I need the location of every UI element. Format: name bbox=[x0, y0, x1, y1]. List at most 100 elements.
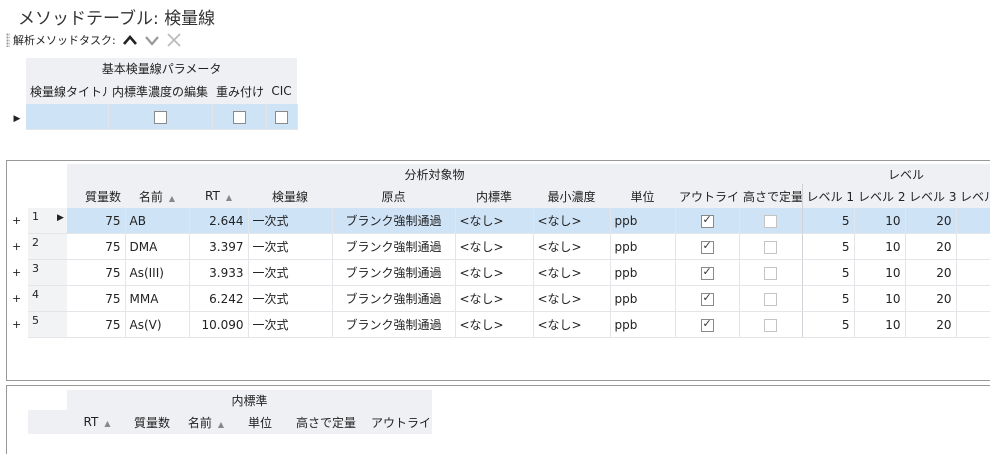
row-header[interactable]: 5 bbox=[28, 311, 67, 338]
istd-cell[interactable]: <なし> bbox=[455, 285, 534, 312]
level-4-cell[interactable]: 50 bbox=[956, 208, 990, 234]
curve-title-cell[interactable] bbox=[26, 104, 109, 130]
level-2-cell[interactable]: 10 bbox=[854, 233, 906, 260]
istd-cell[interactable]: <なし> bbox=[455, 259, 534, 286]
col-header-mass[interactable]: 質量数 bbox=[67, 184, 125, 208]
col-header-level-1[interactable]: レベル 1 bbox=[802, 184, 855, 208]
expand-icon[interactable]: + bbox=[8, 234, 28, 260]
level-2-cell[interactable]: 10 bbox=[854, 311, 906, 338]
istd-col-height[interactable]: 高さで定量 bbox=[285, 410, 367, 434]
height-checkbox[interactable] bbox=[739, 285, 803, 312]
row-header[interactable]: 1 ▶ bbox=[28, 208, 67, 234]
table-row[interactable]: +1 ▶ 75 AB 2.644 一次式 ブランク強制通過 <なし> <なし> ppb ✓ 5 10 20… bbox=[8, 208, 990, 234]
mass-cell[interactable]: 75 bbox=[67, 233, 126, 260]
outlier-checkbox[interactable]: ✓ bbox=[675, 233, 740, 260]
istd-col-name[interactable]: 名前 ▲ bbox=[177, 410, 235, 434]
outlier-checkbox[interactable]: ✓ bbox=[675, 311, 740, 338]
height-checkbox[interactable] bbox=[739, 233, 803, 260]
col-header-height[interactable]: 高さで定量 bbox=[739, 184, 803, 208]
level-1-cell[interactable]: 5 bbox=[802, 208, 855, 234]
col-header-level-3[interactable]: レベル 3 bbox=[905, 184, 957, 208]
istd-cell[interactable]: <なし> bbox=[455, 208, 534, 234]
outlier-checkbox[interactable]: ✓ bbox=[675, 285, 740, 312]
expand-icon[interactable]: + bbox=[8, 286, 28, 312]
min-conc-cell[interactable]: <なし> bbox=[533, 208, 611, 234]
basic-row[interactable]: ▶ bbox=[8, 104, 298, 130]
table-row[interactable]: +2 75 DMA 3.397 一次式 ブランク強制通過 <なし> <なし> ppb ✓ 5 10 20… bbox=[8, 233, 990, 260]
col-header-weight[interactable]: 重み付け bbox=[212, 78, 266, 104]
curve-cell[interactable]: 一次式 bbox=[248, 259, 333, 286]
level-3-cell[interactable]: 20 bbox=[905, 259, 957, 286]
unit-cell[interactable]: ppb bbox=[610, 208, 676, 234]
col-header-unit[interactable]: 単位 bbox=[610, 184, 675, 208]
mass-cell[interactable]: 75 bbox=[67, 311, 126, 338]
col-header-origin[interactable]: 原点 bbox=[332, 184, 455, 208]
rt-cell[interactable]: 6.242 bbox=[189, 285, 249, 312]
table-row[interactable]: +4 75 MMA 6.242 一次式 ブランク強制通過 <なし> <なし> ppb ✓ 5 10 20… bbox=[8, 285, 990, 312]
origin-cell[interactable]: ブランク強制通過 bbox=[332, 208, 456, 234]
istd-cell[interactable]: <なし> bbox=[455, 233, 534, 260]
istd-col-unit[interactable]: 単位 bbox=[235, 410, 285, 434]
chevron-down-icon[interactable] bbox=[144, 34, 160, 46]
chevron-up-icon[interactable] bbox=[122, 34, 138, 46]
level-2-cell[interactable]: 10 bbox=[854, 285, 906, 312]
cic-checkbox[interactable] bbox=[266, 104, 298, 130]
unit-cell[interactable]: ppb bbox=[610, 285, 676, 312]
origin-cell[interactable]: ブランク強制通過 bbox=[332, 259, 456, 286]
table-row[interactable]: +3 75 As(III) 3.933 一次式 ブランク強制通過 <なし> <なし> ppb ✓ 5… bbox=[8, 259, 990, 286]
level-1-cell[interactable]: 5 bbox=[802, 233, 855, 260]
curve-cell[interactable]: 一次式 bbox=[248, 285, 333, 312]
col-header-curve[interactable]: 検量線 bbox=[248, 184, 332, 208]
rt-cell[interactable]: 3.933 bbox=[189, 259, 249, 286]
level-1-cell[interactable]: 5 bbox=[802, 285, 855, 312]
level-1-cell[interactable]: 5 bbox=[802, 259, 855, 286]
edit-is-checkbox[interactable] bbox=[108, 104, 213, 130]
col-header-curve-title[interactable]: 検量線タイトル bbox=[26, 78, 108, 104]
toolbar-grip[interactable] bbox=[6, 33, 10, 47]
level-1-cell[interactable]: 5 bbox=[802, 311, 855, 338]
col-header-edit-is[interactable]: 内標準濃度の編集 bbox=[108, 78, 212, 104]
istd-col-outlier[interactable]: アウトライア bbox=[367, 410, 433, 434]
close-icon[interactable] bbox=[166, 32, 182, 48]
height-checkbox[interactable] bbox=[739, 259, 803, 286]
unit-cell[interactable]: ppb bbox=[610, 259, 676, 286]
level-3-cell[interactable]: 20 bbox=[905, 233, 957, 260]
level-2-cell[interactable]: 10 bbox=[854, 259, 906, 286]
min-conc-cell[interactable]: <なし> bbox=[533, 259, 611, 286]
level-3-cell[interactable]: 20 bbox=[905, 208, 957, 234]
rt-cell[interactable]: 3.397 bbox=[189, 233, 249, 260]
level-4-cell[interactable]: 50 bbox=[956, 259, 990, 286]
istd-col-mass[interactable]: 質量数 bbox=[127, 410, 177, 434]
expand-icon[interactable]: + bbox=[8, 260, 28, 286]
istd-col-rt[interactable]: RT ▲ bbox=[67, 410, 127, 434]
mass-cell[interactable]: 75 bbox=[67, 208, 126, 234]
row-header[interactable]: 3 bbox=[28, 259, 67, 286]
curve-cell[interactable]: 一次式 bbox=[248, 208, 333, 234]
expand-icon[interactable]: + bbox=[8, 208, 28, 234]
col-header-rt[interactable]: RT ▲ bbox=[189, 184, 248, 208]
rt-cell[interactable]: 10.090 bbox=[189, 311, 249, 338]
min-conc-cell[interactable]: <なし> bbox=[533, 285, 611, 312]
col-header-level-2[interactable]: レベル 2 bbox=[854, 184, 906, 208]
origin-cell[interactable]: ブランク強制通過 bbox=[332, 285, 456, 312]
row-header[interactable]: 2 bbox=[28, 233, 67, 260]
level-4-cell[interactable]: 50 bbox=[956, 233, 990, 260]
rt-cell[interactable]: 2.644 bbox=[189, 208, 249, 234]
curve-cell[interactable]: 一次式 bbox=[248, 233, 333, 260]
origin-cell[interactable]: ブランク強制通過 bbox=[332, 311, 456, 338]
name-cell[interactable]: AB bbox=[125, 208, 190, 234]
height-checkbox[interactable] bbox=[739, 208, 803, 234]
height-checkbox[interactable] bbox=[739, 311, 803, 338]
mass-cell[interactable]: 75 bbox=[67, 285, 126, 312]
mass-cell[interactable]: 75 bbox=[67, 259, 126, 286]
col-header-level-4[interactable]: レベル 4 bbox=[956, 184, 990, 208]
origin-cell[interactable]: ブランク強制通過 bbox=[332, 233, 456, 260]
name-cell[interactable]: As(V) bbox=[125, 311, 190, 338]
level-3-cell[interactable]: 20 bbox=[905, 285, 957, 312]
name-cell[interactable]: MMA bbox=[125, 285, 190, 312]
level-2-cell[interactable]: 10 bbox=[854, 208, 906, 234]
level-3-cell[interactable]: 20 bbox=[905, 311, 957, 338]
istd-cell[interactable]: <なし> bbox=[455, 311, 534, 338]
unit-cell[interactable]: ppb bbox=[610, 233, 676, 260]
curve-cell[interactable]: 一次式 bbox=[248, 311, 333, 338]
